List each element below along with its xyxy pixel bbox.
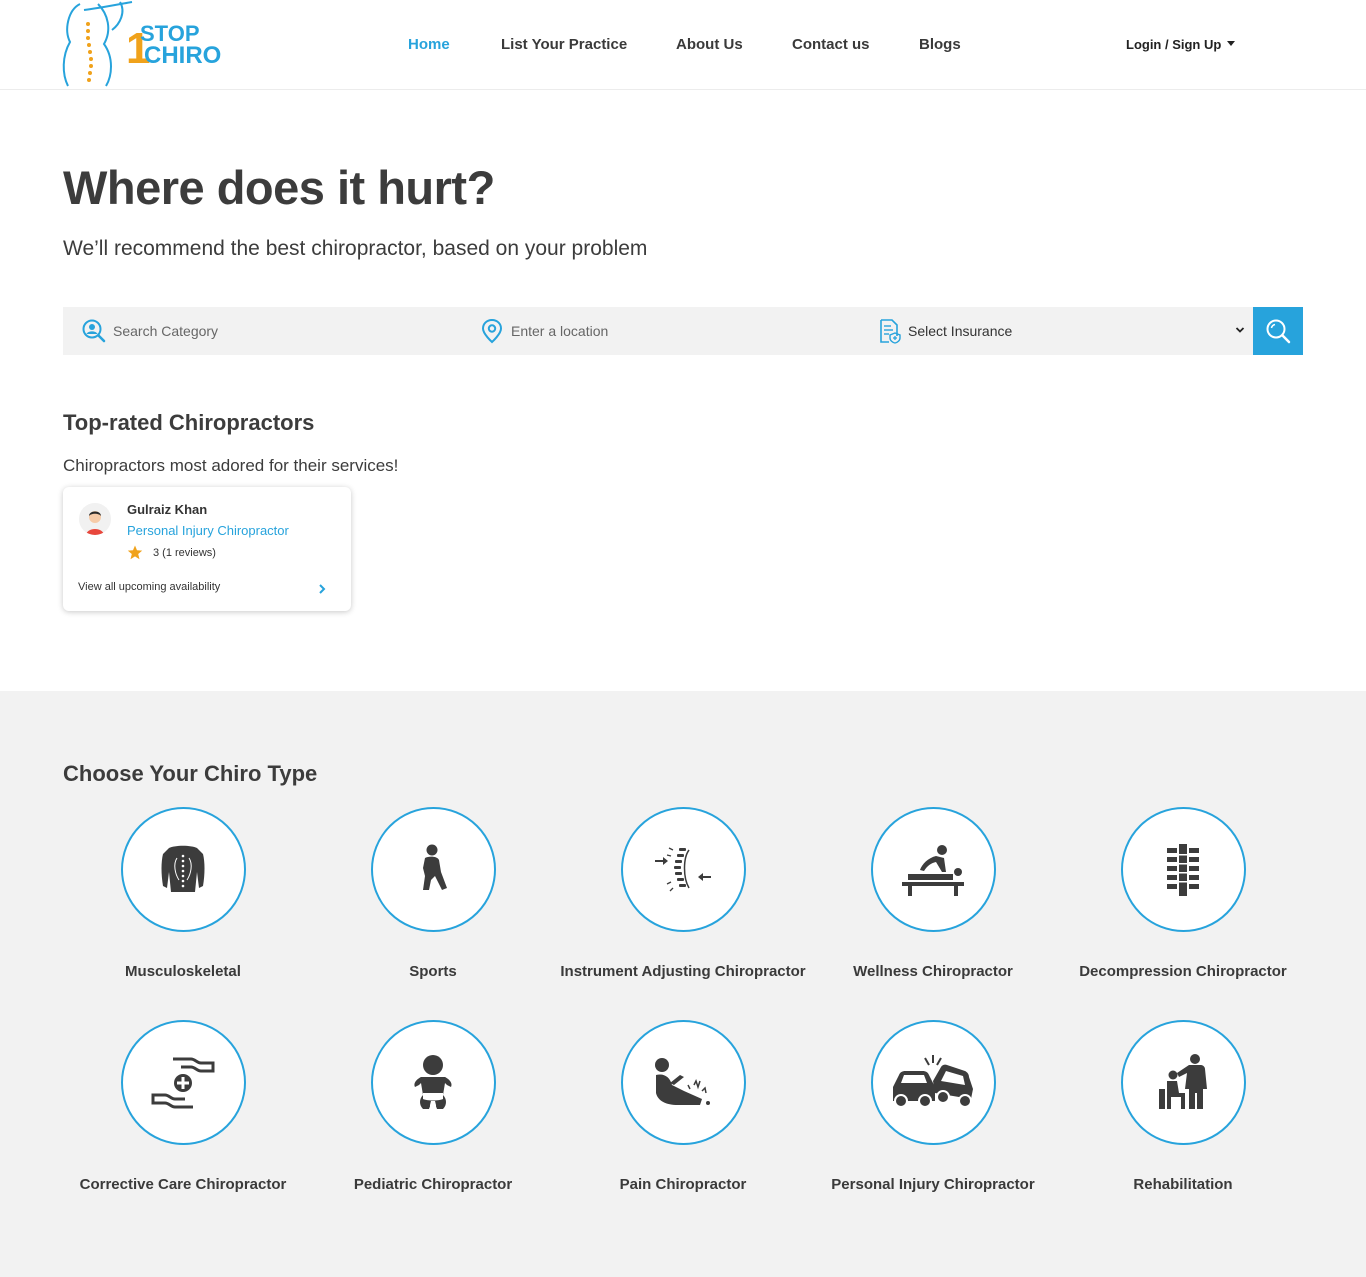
chiro-type-personal-injury[interactable]: Personal Injury Chiropractor (808, 1020, 1058, 1194)
chiro-types-section: Choose Your Chiro Type Musculoskeletal S… (0, 691, 1366, 1277)
nav-blogs[interactable]: Blogs (919, 36, 961, 53)
availability-link[interactable]: View all upcoming availability (78, 581, 220, 593)
spine-column-icon (1167, 843, 1199, 896)
chiro-type-label: Personal Injury Chiropractor (831, 1176, 1035, 1193)
page-title: Where does it hurt? (63, 161, 495, 214)
page-subtitle: We’ll recommend the best chiropractor, b… (63, 237, 648, 260)
location-input[interactable] (511, 323, 841, 339)
chiro-type-label: Musculoskeletal (125, 963, 241, 980)
chiro-type-label: Pain Chiropractor (619, 1176, 747, 1193)
nav-contact[interactable]: Contact us (792, 36, 870, 53)
back-muscles-icon (161, 845, 205, 892)
spine-logo-icon: 1 STOP CHIRO (62, 1, 221, 87)
spine-adjust-icon (655, 846, 711, 891)
insurance-document-icon (880, 319, 901, 344)
chiropractor-card[interactable]: Gulraiz Khan Personal Injury Chiropracto… (63, 487, 351, 611)
nav-about[interactable]: About Us (676, 36, 743, 53)
chiro-type-label: Wellness Chiropractor (853, 963, 1013, 980)
chiro-type-wellness[interactable]: Wellness Chiropractor (808, 807, 1058, 981)
star-icon (127, 545, 143, 560)
chiro-type-label: Pediatric Chiropractor (353, 1176, 513, 1193)
chiro-type-instrument-adjusting[interactable]: Instrument Adjusting Chiropractor (558, 807, 808, 981)
car-crash-icon (893, 1054, 973, 1108)
chiro-type-sports[interactable]: Sports (308, 807, 558, 981)
chiro-type-circle (870, 807, 996, 932)
chiro-type-musculoskeletal[interactable]: Musculoskeletal (58, 807, 308, 981)
chiro-type-label: Rehabilitation (1133, 1176, 1233, 1193)
caret-down-icon (1227, 41, 1236, 47)
rating: 3 (1 reviews) (127, 545, 216, 560)
athlete-icon (423, 844, 447, 890)
category-field[interactable] (81, 307, 461, 355)
chiro-type-label: Instrument Adjusting Chiropractor (560, 963, 806, 980)
leg-pain-icon (655, 1057, 710, 1105)
category-input[interactable] (113, 323, 443, 339)
site-header: 1 STOP CHIRO Home List Your Practice Abo… (0, 0, 1366, 90)
chiropractor-name[interactable]: Gulraiz Khan (127, 502, 207, 517)
insurance-selected-value: Select Insurance (908, 323, 1013, 339)
massage-table-icon (902, 844, 964, 896)
login-label: Login / Sign Up (1126, 37, 1222, 52)
chiro-type-rehabilitation[interactable]: Rehabilitation (1058, 1020, 1308, 1194)
nav-home[interactable]: Home (408, 36, 450, 53)
avatar (79, 503, 111, 535)
nav-list-practice[interactable]: List Your Practice (501, 36, 627, 53)
insurance-select[interactable]: Select Insurance (876, 307, 1253, 355)
chiro-type-label: Corrective Care Chiropractor (79, 1176, 287, 1193)
chiro-type-label: Decompression Chiropractor (1079, 963, 1287, 980)
search-button[interactable] (1253, 307, 1303, 355)
chiro-type-decompression[interactable]: Decompression Chiropractor (1058, 807, 1308, 981)
rating-text: 3 (1 reviews) (153, 546, 216, 559)
chiro-type-pain[interactable]: Pain Chiropractor (558, 1020, 808, 1194)
chiro-type-circle (1120, 807, 1246, 932)
search-icon (1266, 319, 1291, 344)
location-pin-icon (481, 318, 503, 344)
chiro-type-circle (870, 1020, 996, 1145)
search-bar: Select Insurance (63, 307, 1253, 355)
user-avatar-icon (79, 503, 111, 535)
chiro-type-corrective-care[interactable]: Corrective Care Chiropractor (58, 1020, 308, 1194)
chiro-type-circle (370, 1020, 496, 1145)
rehab-icon (1159, 1053, 1207, 1109)
chiro-type-circle (370, 807, 496, 932)
chiro-types-title: Choose Your Chiro Type (63, 761, 318, 786)
chiro-type-circle (120, 1020, 246, 1145)
chiro-type-circle (620, 1020, 746, 1145)
svg-text:CHIRO: CHIRO (144, 42, 221, 69)
chiro-type-circle (1120, 1020, 1246, 1145)
chevron-right-icon[interactable] (317, 583, 327, 595)
search-person-icon (82, 319, 106, 343)
care-hands-icon (151, 1057, 215, 1108)
baby-icon (414, 1054, 452, 1109)
chiro-type-label: Sports (409, 963, 457, 980)
chiropractor-specialty[interactable]: Personal Injury Chiropractor (127, 523, 289, 538)
login-signup-dropdown[interactable]: Login / Sign Up (1126, 37, 1236, 52)
site-logo[interactable]: 1 STOP CHIRO (60, 0, 230, 90)
chevron-down-icon (1235, 327, 1245, 333)
top-rated-subtitle: Chiropractors most adored for their serv… (63, 456, 399, 475)
location-field[interactable] (479, 307, 859, 355)
top-rated-title: Top-rated Chiropractors (63, 410, 315, 435)
chiro-type-circle (620, 807, 746, 932)
chiro-type-pediatric[interactable]: Pediatric Chiropractor (308, 1020, 558, 1194)
chiro-type-circle (120, 807, 246, 932)
